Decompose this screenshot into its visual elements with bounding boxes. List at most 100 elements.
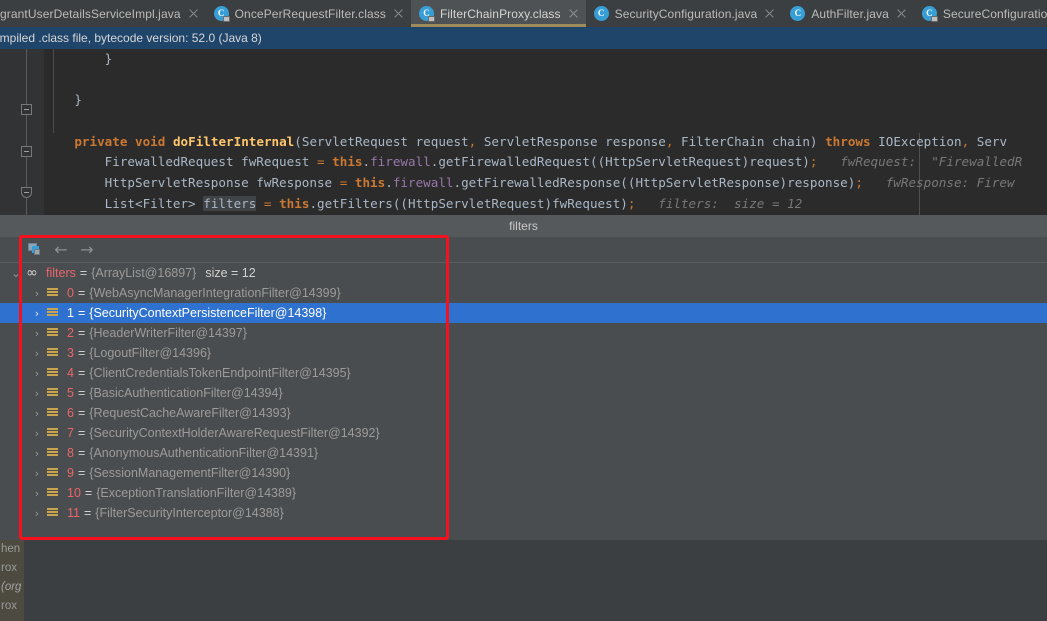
background-console-panel: henrox(orgrox — [0, 540, 1047, 621]
editor-gutter[interactable] — [0, 49, 44, 215]
tree-row-item[interactable]: ›9={SessionManagementFilter@14390} — [0, 463, 1047, 483]
java-class-icon: C — [594, 6, 609, 21]
variable-value: {SecurityContextHolderAwareRequestFilter… — [89, 426, 379, 440]
array-index: 11 — [67, 506, 80, 520]
tree-row-item[interactable]: ›0={WebAsyncManagerIntegrationFilter@143… — [0, 283, 1047, 303]
background-console-line: rox — [0, 559, 24, 578]
tree-row-item[interactable]: ›6={RequestCacheAwareFilter@14393} — [0, 403, 1047, 423]
expand-toggle-icon[interactable]: › — [29, 507, 45, 520]
list-item-icon — [45, 407, 61, 420]
forward-arrow-glyph: → — [76, 239, 98, 261]
array-index: 8 — [67, 446, 74, 460]
expand-toggle-icon[interactable]: › — [29, 287, 45, 300]
array-index: 2 — [67, 326, 74, 340]
tree-row-item[interactable]: ›7={SecurityContextHolderAwareRequestFil… — [0, 423, 1047, 443]
editor-tab-4[interactable]: CAuthFilter.java — [782, 0, 914, 27]
notification-text: ompiled .class file, bytecode version: 5… — [0, 31, 262, 45]
editor-tab-2[interactable]: C FilterChainProxy.class — [411, 0, 586, 27]
tree-row-item[interactable]: ›4={ClientCredentialsTokenEndpointFilter… — [0, 363, 1047, 383]
list-item-icon — [45, 447, 61, 460]
forward-arrow-icon[interactable]: → — [76, 239, 98, 261]
infinity-icon: ∞ — [24, 267, 40, 280]
expand-toggle-icon[interactable]: › — [29, 487, 45, 500]
back-arrow-glyph: ← — [50, 239, 72, 261]
editor-tab-label: AuthFilter.java — [811, 7, 889, 21]
background-console-line: rox — [0, 597, 24, 616]
lock-icon — [931, 16, 938, 22]
variable-tree[interactable]: ⌄∞filters={ArrayList@16897}size = 12 › 0 = {… — [0, 263, 1047, 540]
expand-toggle-icon[interactable]: › — [29, 467, 45, 480]
collection-size: size = 12 — [205, 266, 255, 280]
array-index: 0 — [67, 286, 74, 300]
equals-sign: = — [78, 306, 85, 320]
list-item-icon — [45, 387, 61, 400]
tab-close-icon[interactable] — [896, 8, 907, 19]
tree-row-root[interactable]: ⌄∞filters={ArrayList@16897}size = 12 — [0, 263, 1047, 283]
tree-row-item[interactable]: ›11={FilterSecurityInterceptor@14388} — [0, 503, 1047, 523]
expand-toggle-icon[interactable]: › — [29, 307, 45, 320]
equals-sign: = — [78, 346, 85, 360]
equals-sign: = — [78, 406, 85, 420]
array-index: 10 — [67, 486, 81, 500]
tree-row-item[interactable]: ›1={SecurityContextPersistenceFilter@143… — [0, 303, 1047, 323]
app-root: grantUserDetailsServiceImpl.javaCOncePer… — [0, 0, 1047, 621]
equals-sign: = — [80, 266, 87, 280]
evaluate-expression-icon[interactable] — [24, 239, 46, 261]
list-item-icon — [45, 287, 61, 300]
tree-row-item[interactable]: › 3 = {LogoutFilter@14396} — [0, 343, 1047, 363]
editor-tab-bar: grantUserDetailsServiceImpl.javaCOncePer… — [0, 0, 1047, 27]
variable-value: {RequestCacheAwareFilter@14393} — [89, 406, 290, 420]
class-file-icon: C — [419, 6, 434, 21]
expand-toggle-icon[interactable]: ⌄ — [8, 267, 24, 280]
editor-tab-1[interactable]: COncePerRequestFilter.class — [206, 0, 411, 27]
popup-toolbar: ← → — [0, 237, 1047, 262]
popup-title-label: filters — [509, 219, 538, 233]
variable-value: {LogoutFilter@14396} — [89, 346, 211, 360]
tab-close-icon[interactable] — [393, 8, 404, 19]
equals-sign: = — [78, 446, 85, 460]
expand-toggle-icon[interactable]: › — [29, 387, 45, 400]
list-item-icon — [45, 307, 61, 320]
tree-row-item[interactable]: ›5={BasicAuthenticationFilter@14394} — [0, 383, 1047, 403]
bytecode-notification-bar: ompiled .class file, bytecode version: 5… — [0, 27, 1047, 49]
list-item-icon — [45, 367, 61, 380]
lock-icon — [223, 16, 230, 22]
tab-close-icon[interactable] — [568, 8, 579, 19]
expand-toggle-icon[interactable]: › — [29, 427, 45, 440]
editor-tab-5[interactable]: CSecureConfiguration.class — [914, 0, 1047, 27]
expand-toggle-icon[interactable]: › — [29, 447, 45, 460]
lock-icon — [428, 16, 435, 22]
code-line — [44, 70, 1047, 91]
debugger-value-popup[interactable]: ← → ⌄∞filters={ArrayList@16897}size = 12… — [0, 237, 1047, 540]
tree-row-item[interactable]: ›2={HeaderWriterFilter@14397} — [0, 323, 1047, 343]
code-text[interactable]: } } private void doFilterInternal(Servle… — [44, 49, 1047, 215]
class-file-icon: C — [214, 6, 229, 21]
expand-toggle-icon[interactable]: › — [29, 407, 45, 420]
variable-value: {SecurityContextPersistenceFilter@14398} — [89, 306, 326, 320]
equals-sign: = — [84, 506, 91, 520]
array-index: 4 — [67, 366, 74, 380]
tab-close-icon[interactable] — [764, 8, 775, 19]
variable-value: {AnonymousAuthenticationFilter@14391} — [89, 446, 318, 460]
back-arrow-icon[interactable]: ← — [50, 239, 72, 261]
tree-row-item[interactable]: ›10={ExceptionTranslationFilter@14389} — [0, 483, 1047, 503]
tab-close-icon[interactable] — [188, 8, 199, 19]
fold-marker-collapse-icon[interactable] — [21, 104, 32, 115]
list-item-icon — [45, 427, 61, 440]
expand-toggle-icon[interactable]: › — [29, 327, 45, 340]
editor-tab-0[interactable]: grantUserDetailsServiceImpl.java — [0, 0, 206, 27]
code-line — [44, 111, 1047, 132]
fold-marker-method-icon[interactable] — [21, 187, 32, 198]
expand-toggle-icon[interactable]: › — [29, 347, 45, 360]
expand-toggle-icon[interactable]: › — [29, 367, 45, 380]
editor-tab-label: FilterChainProxy.class — [440, 7, 561, 21]
array-index: 3 — [67, 346, 74, 360]
editor-tab-3[interactable]: C SecurityConfiguration.java — [586, 0, 783, 27]
equals-sign: = — [78, 386, 85, 400]
code-editor[interactable]: } } private void doFilterInternal(Servle… — [0, 49, 1047, 215]
list-item-icon — [45, 327, 61, 340]
fold-marker-collapse-icon[interactable] — [21, 146, 32, 157]
list-item-icon — [45, 507, 61, 520]
editor-tab-label: SecurityConfiguration.java — [615, 7, 758, 21]
tree-row-item[interactable]: › 8 = {AnonymousAuthenticationFilter@14391} — [0, 443, 1047, 463]
